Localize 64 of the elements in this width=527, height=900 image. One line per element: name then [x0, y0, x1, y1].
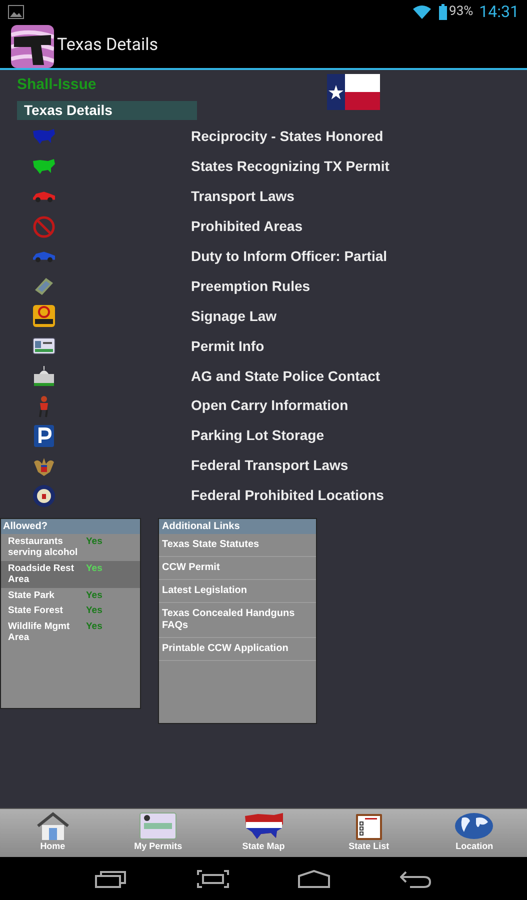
panel-header: Allowed? — [1, 518, 140, 534]
link-item[interactable]: CCW Permit — [159, 556, 316, 580]
place-name: Roadside Rest Area — [8, 562, 75, 586]
texas-flag-icon — [327, 74, 380, 110]
screen-title: Texas Details — [57, 34, 158, 58]
allowed-row[interactable]: Restaurants serving alcohol Yes — [1, 534, 140, 561]
link-item[interactable]: Texas State Statutes — [159, 534, 316, 557]
gallery-icon — [8, 5, 24, 19]
car-icon — [32, 190, 56, 203]
nav-tab[interactable]: State Map — [210, 809, 316, 857]
app-icon[interactable] — [11, 24, 54, 68]
screenshot-icon[interactable] — [196, 870, 229, 888]
menu-link[interactable]: Parking Lot Storage — [191, 425, 324, 446]
place-name: Restaurants serving alcohol — [8, 536, 79, 559]
globe-icon — [454, 812, 494, 840]
place-name: State Forest — [8, 605, 64, 617]
battery-percent: 93% — [449, 3, 474, 22]
menu-link[interactable]: Duty to Inform Officer: Partial — [191, 246, 388, 267]
wifi-icon — [413, 5, 432, 19]
menu-link[interactable]: Reciprocity - States Honored — [191, 126, 384, 148]
recent-apps-icon[interactable] — [94, 870, 127, 888]
nav-tab[interactable]: State List — [316, 809, 422, 857]
clock: 14:31 — [479, 1, 519, 23]
menu-link[interactable]: Federal Prohibited Locations — [191, 485, 384, 506]
car-icon — [32, 250, 56, 262]
allowed-value: Yes — [86, 536, 102, 549]
back-icon[interactable] — [400, 870, 432, 888]
link-item[interactable]: Latest Legislation — [159, 580, 316, 603]
link-item[interactable]: Printable CCW Application — [159, 638, 316, 661]
menu-link[interactable]: Permit Info — [191, 336, 264, 357]
section-header: Texas Details — [17, 101, 197, 120]
nav-tab[interactable]: My Permits — [105, 809, 211, 857]
home-icon[interactable] — [298, 870, 330, 888]
menu-link[interactable]: Transport Laws — [191, 186, 294, 208]
nav-tab[interactable]: Home — [0, 809, 106, 857]
link-item[interactable]: Texas Concealed Handguns FAQs — [159, 602, 316, 638]
permit-card-icon — [138, 812, 178, 840]
seal-icon — [32, 484, 56, 508]
menu-link[interactable]: Federal Transport Laws — [191, 455, 348, 476]
nav-tab[interactable]: Location — [422, 809, 527, 857]
allowed-row[interactable]: State Park Yes — [1, 588, 140, 604]
allowed-value: Yes — [86, 620, 102, 634]
menu-link[interactable]: Signage Law — [191, 306, 277, 327]
allowed-value: Yes — [86, 562, 102, 576]
allowed-value: Yes — [86, 605, 102, 617]
allowed-value: Yes — [86, 590, 102, 602]
us-map-icon — [244, 812, 284, 840]
place-name: State Park — [8, 590, 56, 602]
allowed-row[interactable]: Wildlife Mgmt Area Yes — [1, 618, 140, 646]
prohibited-icon — [32, 214, 56, 239]
battery-icon — [439, 4, 448, 20]
capitol-building-icon — [32, 364, 56, 388]
menu-link[interactable]: AG and State Police Contact — [191, 366, 380, 387]
menu-link[interactable]: Open Carry Information — [191, 395, 348, 416]
menu-link[interactable]: Prohibited Areas — [191, 216, 303, 238]
panel-header: Additional Links — [159, 518, 316, 534]
parking-sign-icon — [32, 424, 56, 448]
place-name: Wildlife Mgmt Area — [8, 620, 71, 644]
allowed-row[interactable]: State Forest Yes — [1, 603, 140, 619]
sign-icon — [32, 304, 56, 328]
menu-link[interactable]: States Recognizing TX Permit — [191, 156, 390, 178]
menu-link[interactable]: Preemption Rules — [191, 276, 310, 297]
allowed-row[interactable]: Roadside Rest Area Yes — [1, 560, 140, 588]
permit-status: Shall-Issue — [17, 75, 98, 95]
